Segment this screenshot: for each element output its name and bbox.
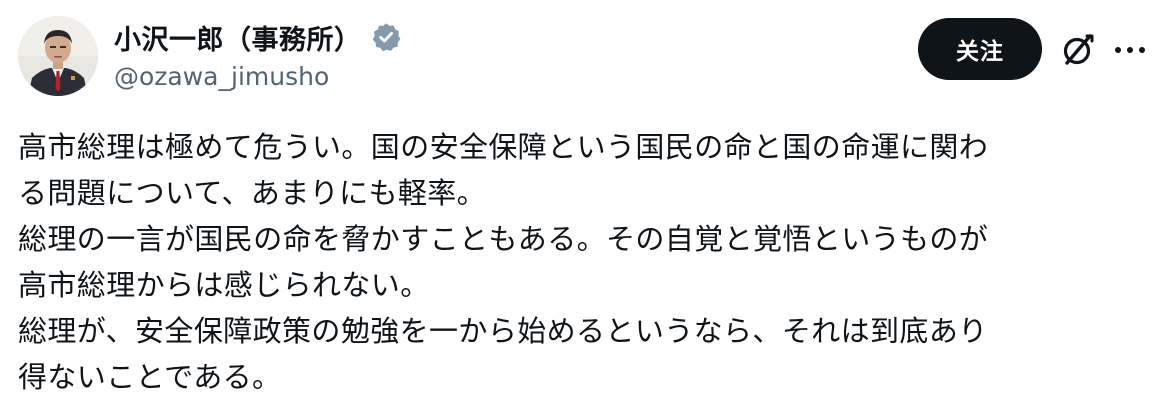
follow-button[interactable]: 关注 — [918, 18, 1042, 80]
avatar-portrait-image — [18, 16, 98, 96]
display-name-row: 小沢一郎（事務所） — [114, 18, 402, 56]
post-text-line: 高市総理は極めて危うい。国の安全保障という国民の命と国の命運に関わ — [18, 130, 989, 164]
post-header: 小沢一郎（事務所） @ozawa_jimusho 关注 — [18, 14, 1145, 114]
post-text-line: る問題について、あまりにも軽率。 — [18, 176, 487, 210]
post-text-line: 高市総理からは感じられない。 — [18, 268, 430, 302]
avatar[interactable] — [18, 16, 98, 96]
author-display-name[interactable]: 小沢一郎（事務所） — [114, 18, 362, 57]
grok-icon[interactable] — [1058, 30, 1098, 70]
more-options-icon[interactable] — [1112, 42, 1148, 56]
post-card: 小沢一郎（事務所） @ozawa_jimusho 关注 高市総理は極めて危うい。… — [0, 0, 1163, 411]
post-text-line: 総理の一言が国民の命を脅かすこともある。その自覚と覚悟というものが — [18, 222, 989, 256]
post-text-line: 得ないことである。 — [18, 360, 282, 394]
post-body-text: 高市総理は極めて危うい。国の安全保障という国民の命と国の命運に関わ る問題につい… — [18, 124, 1148, 400]
author-names: 小沢一郎（事務所） @ozawa_jimusho — [114, 18, 402, 91]
post-text-line: 総理が、安全保障政策の勉強を一から始めるというなら、それは到底あり — [18, 314, 988, 348]
verified-badge-icon[interactable] — [370, 21, 402, 53]
author-handle[interactable]: @ozawa_jimusho — [114, 62, 402, 91]
